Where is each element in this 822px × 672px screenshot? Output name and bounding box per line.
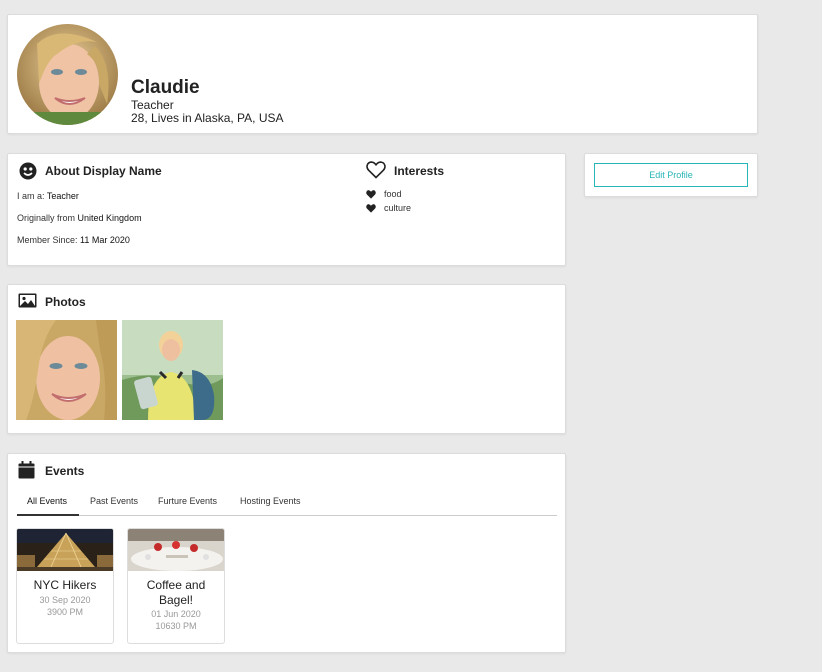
- profile-location: 28, Lives in Alaska, PA, USA: [131, 111, 284, 125]
- events-title: Events: [45, 464, 85, 478]
- tab-all-events[interactable]: All Events: [27, 496, 67, 506]
- calendar-icon: [18, 461, 35, 479]
- heart-icon: [366, 204, 376, 213]
- event-card[interactable]: Coffee and Bagel! 01 Jun 2020 10630 PM: [127, 528, 225, 644]
- photos-card: Photos: [7, 284, 566, 434]
- profile-name: Claudie: [131, 77, 200, 98]
- profile-occupation: Teacher: [131, 98, 174, 112]
- event-title-line: Bagel!: [158, 593, 194, 607]
- event-title-line: Coffee and: [146, 578, 206, 592]
- heart-outline-icon: [366, 161, 386, 179]
- event-title-line: NYC Hikers: [33, 578, 97, 592]
- active-tab-indicator: [17, 514, 79, 516]
- about-card: About Display Name I am a: Teacher Origi…: [7, 153, 566, 266]
- profile-header-card: Claudie Teacher 28, Lives in Alaska, PA,…: [7, 14, 758, 134]
- photo-thumbnail[interactable]: [16, 320, 117, 420]
- interest-label: food: [384, 189, 402, 199]
- interests-title: Interests: [394, 164, 445, 178]
- event-date: 01 Jun 2020: [151, 609, 201, 619]
- smiley-icon: [19, 162, 37, 180]
- tab-hosting-events[interactable]: Hosting Events: [240, 496, 301, 506]
- interest-label: culture: [384, 203, 412, 213]
- from-line: Originally from United Kingdom: [17, 213, 142, 223]
- i-am-value: Teacher: [46, 191, 79, 201]
- edit-profile-card: Edit Profile: [584, 153, 758, 197]
- events-tabs: All Events Past Events Furture Events Ho…: [17, 490, 557, 516]
- event-date: 30 Sep 2020: [39, 595, 91, 605]
- i-am-line: I am a: Teacher: [17, 191, 79, 201]
- about-title: About Display Name: [45, 164, 162, 178]
- photo-thumbnail[interactable]: [122, 320, 223, 420]
- heart-icon: [366, 190, 376, 199]
- edit-profile-button[interactable]: Edit Profile: [594, 163, 748, 187]
- event-card[interactable]: NYC Hikers 30 Sep 2020 3900 PM: [16, 528, 114, 644]
- member-line: Member Since: 11 Mar 2020: [17, 235, 130, 245]
- photos-title: Photos: [45, 295, 86, 309]
- event-time: 10630 PM: [155, 621, 197, 631]
- event-title: Coffee and Bagel!: [128, 578, 224, 608]
- image-icon: [18, 293, 37, 308]
- event-image: [17, 529, 113, 571]
- events-card: Events All Events Past Events Furture Ev…: [7, 453, 566, 653]
- event-image: [128, 529, 224, 571]
- from-value: United Kingdom: [77, 213, 142, 223]
- tab-past-events[interactable]: Past Events: [90, 496, 138, 506]
- i-am-label: I am a:: [17, 191, 45, 201]
- avatar: [17, 24, 118, 125]
- member-label: Member Since:: [17, 235, 78, 245]
- from-label: Originally from: [17, 213, 76, 223]
- tab-future-events[interactable]: Furture Events: [158, 496, 217, 506]
- event-title: NYC Hikers: [17, 578, 113, 593]
- member-value: 11 Mar 2020: [80, 235, 130, 245]
- event-time: 3900 PM: [46, 607, 84, 617]
